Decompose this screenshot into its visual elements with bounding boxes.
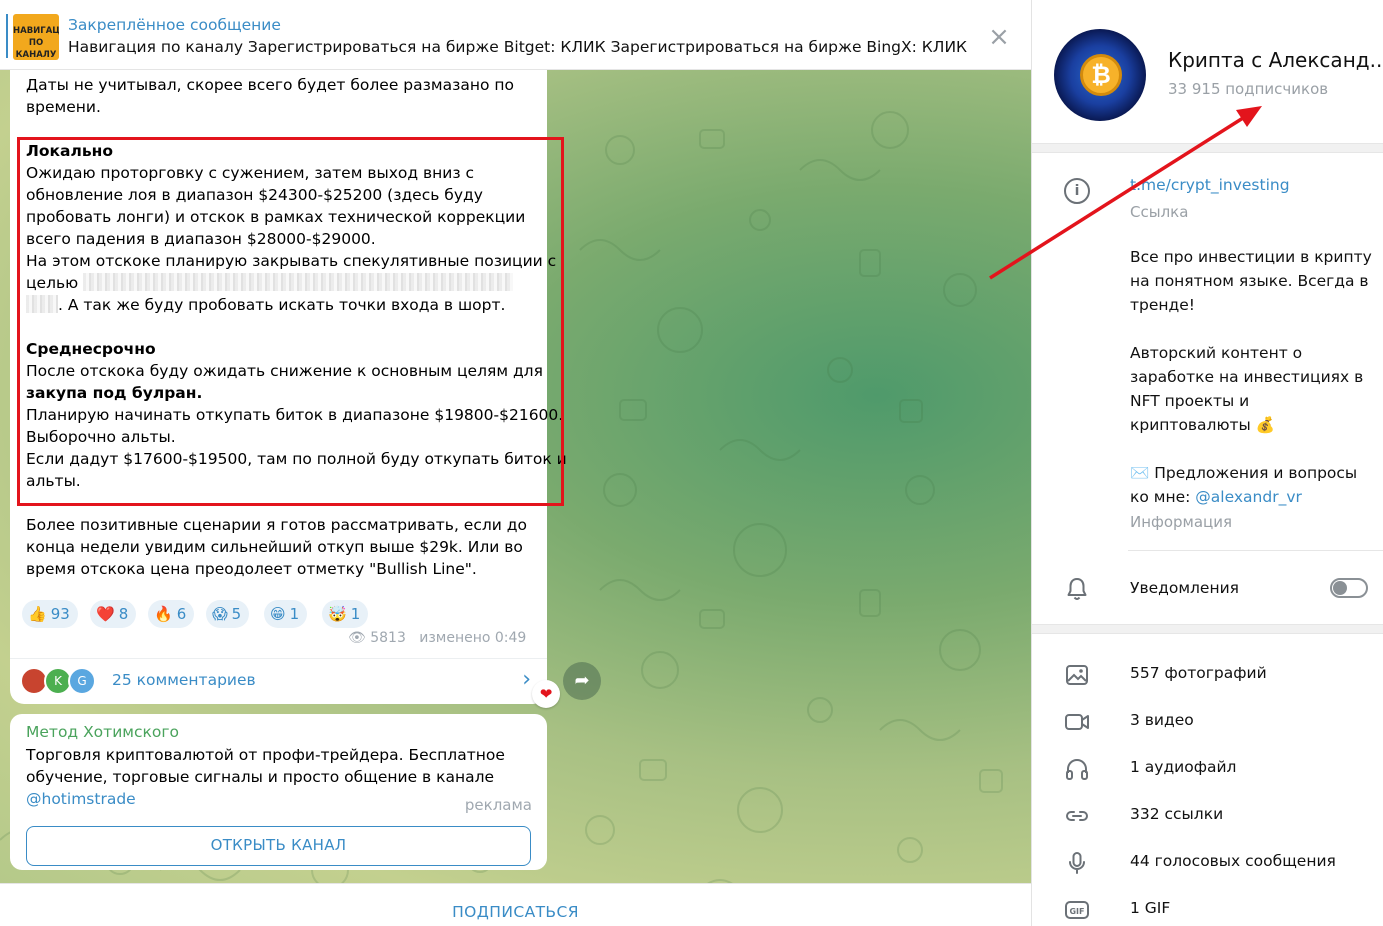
heart-icon: ❤️ (96, 605, 115, 623)
channel-info-panel: ₿ Крипта с Александ... 33 915 подписчико… (1031, 0, 1383, 926)
media-label: 44 голосовых сообщения (1130, 852, 1336, 870)
channel-post: Даты не учитывал, скорее всего будет бол… (10, 62, 567, 704)
about-line: заработке на инвестициях в (1130, 368, 1364, 386)
gif-icon: GIF (1065, 901, 1089, 919)
edited-time: изменено 0:49 (419, 630, 527, 646)
close-icon[interactable]: × (988, 24, 1010, 50)
pinned-thumbnail: НАВИГАЦИЯ ПО КАНАЛУ (13, 14, 59, 60)
bell-icon (1067, 578, 1087, 600)
svg-text:GIF: GIF (1069, 907, 1084, 916)
media-photos[interactable]: 557 фотографий (1032, 654, 1383, 694)
media-audio[interactable]: 1 аудиофайл (1032, 748, 1383, 788)
ad-tag: реклама (464, 796, 532, 814)
reaction-fire[interactable]: 🔥 6 (148, 600, 195, 628)
about-line: на понятном языке. Всегда в (1130, 272, 1369, 290)
post-line: время отскока цена преодолеет отметку "B… (26, 560, 477, 578)
media-label: 1 GIF (1130, 899, 1171, 917)
media-label: 557 фотографий (1130, 664, 1267, 682)
reaction-heart[interactable]: ❤️ 8 (90, 600, 137, 628)
reaction-count: 5 (231, 605, 242, 623)
ad-sender[interactable]: Метод Хотимского (26, 723, 179, 741)
microphone-icon (1069, 852, 1085, 874)
share-icon[interactable]: ➦ (563, 662, 601, 700)
thumbs-up-icon: 👍 (28, 605, 47, 623)
about-line: криптовалюты 💰 (1130, 416, 1276, 434)
media-voice[interactable]: 44 голосовых сообщения (1032, 842, 1383, 882)
open-channel-button[interactable]: ОТКРЫТЬ КАНАЛ (26, 826, 531, 866)
divider (1128, 550, 1383, 551)
about-line: тренде! (1130, 296, 1196, 314)
headphones-icon (1066, 758, 1088, 780)
media-videos[interactable]: 3 видео (1032, 701, 1383, 741)
bitcoin-icon: ₿ (1080, 54, 1122, 96)
about-text: ко мне: (1130, 488, 1196, 506)
chevron-right-icon: › (522, 667, 531, 692)
sponsored-message: Метод Хотимского Торговля криптовалютой … (10, 714, 547, 870)
media-gifs[interactable]: GIF 1 GIF (1032, 889, 1383, 926)
avatar: G (68, 667, 96, 695)
fire-icon: 🔥 (154, 605, 173, 623)
view-count: 5813 (370, 630, 406, 646)
subscribe-button[interactable]: ПОДПИСАТЬСЯ (0, 883, 1031, 926)
pinned-text: Навигация по каналу Зарегистрироваться н… (68, 38, 968, 56)
post-line: Даты не учитывал, скорее всего будет бол… (26, 76, 514, 94)
post-meta: 👁 5813 изменено 0:49 (348, 630, 526, 646)
about-line: ✉️ Предложения и вопросы (1130, 464, 1358, 482)
grin-icon: 😁 (270, 605, 286, 623)
about-line: Все про инвестиции в крипту (1130, 248, 1372, 266)
comments-label: 25 комментариев (112, 671, 256, 689)
mind-blown-icon: 🤯 (328, 605, 347, 623)
media-label: 1 аудиофайл (1130, 758, 1237, 776)
ad-link[interactable]: @hotimstrade (26, 788, 136, 810)
media-links[interactable]: 332 ссылки (1032, 795, 1383, 835)
eye-icon: 👁 (348, 630, 366, 646)
about-line: NFT проекты и (1130, 392, 1250, 410)
channel-name: Крипта с Александ... (1168, 48, 1383, 72)
pinned-title: Закреплённое сообщение (68, 16, 281, 34)
media-label: 332 ссылки (1130, 805, 1224, 823)
reaction-count: 1 (289, 605, 300, 623)
info-icon: i (1064, 178, 1090, 204)
highlight-box (17, 137, 564, 506)
divider (1032, 143, 1383, 153)
about-line: Авторский контент о (1130, 344, 1303, 362)
notifications-toggle[interactable] (1330, 578, 1368, 598)
pinned-indicator (6, 14, 8, 58)
reaction-scream[interactable]: 😱 5 (206, 600, 250, 628)
video-icon (1065, 714, 1089, 730)
reaction-grin[interactable]: 😁 1 (264, 600, 308, 628)
post-line: конца недели увидим сильнейший откуп выш… (26, 538, 523, 556)
reaction-like[interactable]: 👍 93 (22, 600, 78, 628)
about-line: ко мне: @alexandr_vr (1130, 485, 1302, 509)
divider (1032, 624, 1383, 634)
media-label: 3 видео (1130, 711, 1194, 729)
ad-text-line: Торговля криптовалютой от профи-трейдера… (26, 746, 505, 764)
post-line: Более позитивные сценарии я готов рассма… (26, 516, 527, 534)
scream-icon: 😱 (212, 605, 228, 623)
contact-link[interactable]: @alexandr_vr (1195, 488, 1302, 506)
reaction-count: 8 (118, 605, 129, 623)
about-caption: Информация (1130, 513, 1233, 531)
pinned-message-bar[interactable]: НАВИГАЦИЯ ПО КАНАЛУ Закреплённое сообщен… (0, 0, 1031, 70)
channel-avatar: ₿ (1054, 29, 1146, 121)
reaction-count: 93 (50, 605, 70, 623)
reaction-count: 1 (350, 605, 361, 623)
photo-icon (1066, 665, 1088, 685)
notifications-label: Уведомления (1130, 579, 1239, 597)
reaction-count: 6 (176, 605, 187, 623)
link-caption: Ссылка (1130, 203, 1189, 221)
comments-button[interactable]: K G 25 комментариев › (10, 658, 547, 704)
subscriber-count: 33 915 подписчиков (1168, 80, 1329, 98)
reaction-mindblown[interactable]: 🤯 1 (322, 600, 369, 628)
post-line: времени. (26, 98, 101, 116)
channel-link[interactable]: t.me/crypt_investing (1130, 176, 1290, 194)
link-icon (1066, 811, 1088, 821)
ad-text-line: обучение, торговые сигналы и просто обще… (26, 768, 495, 786)
chat-panel: НАВИГАЦИЯ ПО КАНАЛУ Закреплённое сообщен… (0, 0, 1031, 926)
heart-reaction-icon[interactable]: ❤ (532, 680, 560, 708)
